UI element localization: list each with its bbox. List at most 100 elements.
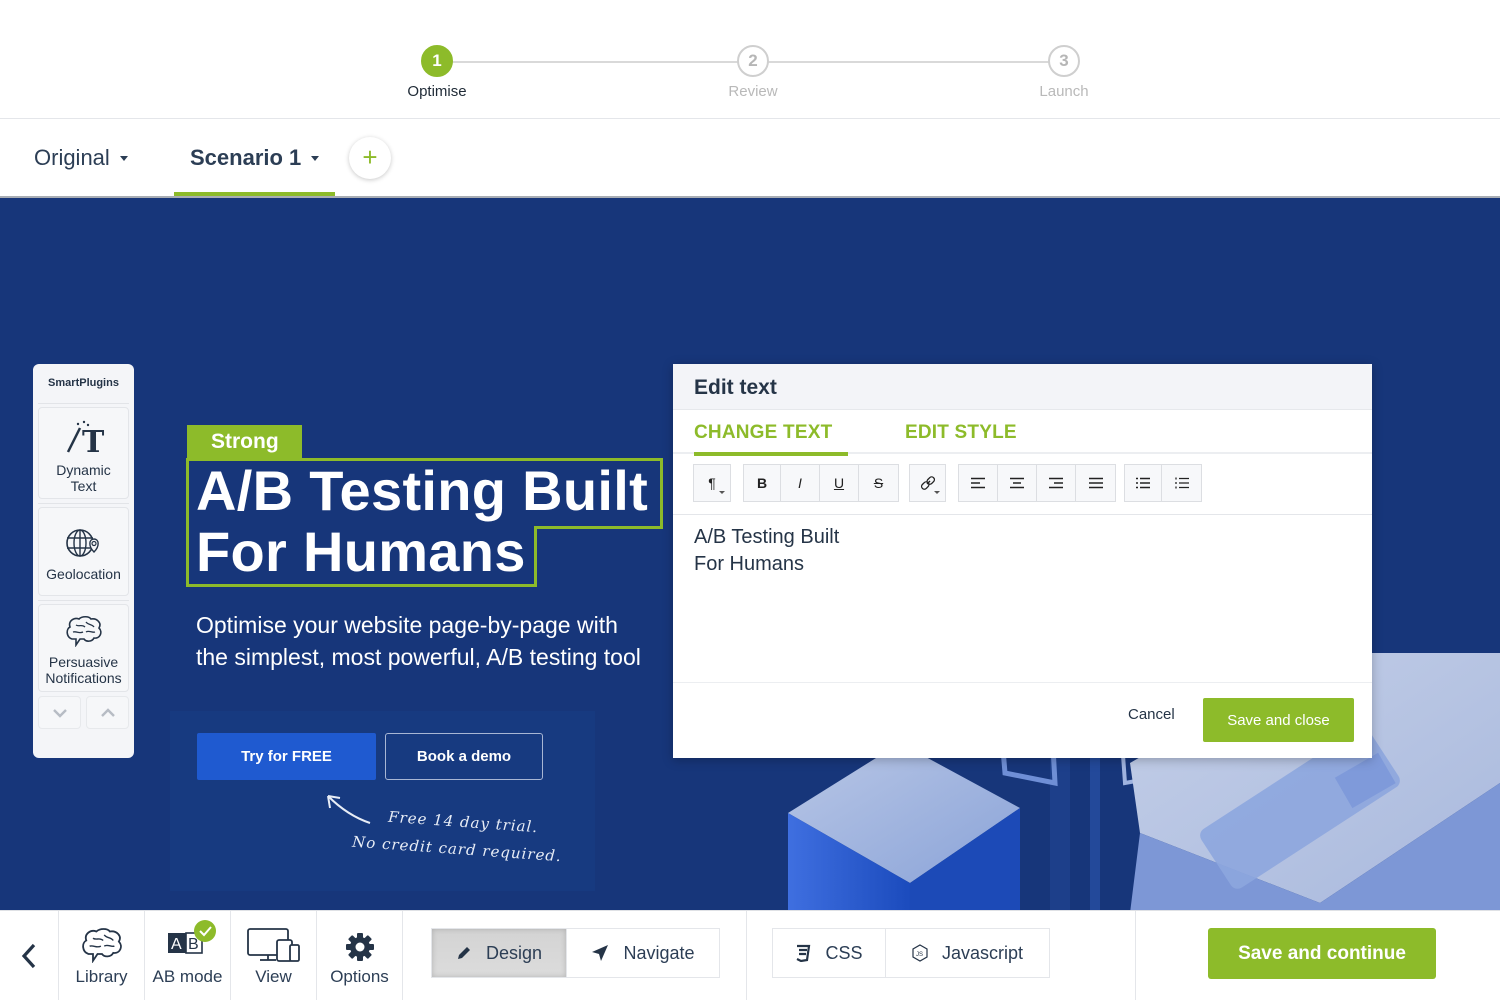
gear-icon: [345, 933, 374, 961]
devices-icon: [246, 928, 300, 962]
save-and-continue-button[interactable]: Save and continue: [1208, 928, 1436, 979]
insert-link-button[interactable]: [910, 465, 945, 501]
dialog-title: Edit text: [673, 364, 1372, 410]
tool-label: Library: [75, 967, 128, 986]
align-center-icon: [1010, 477, 1024, 489]
chevron-up-icon: [100, 707, 115, 717]
plugins-scroll-up-button[interactable]: [86, 696, 129, 729]
step-launch[interactable]: 3 Launch: [994, 45, 1134, 100]
brain-icon: [81, 928, 122, 963]
bold-button[interactable]: B: [744, 465, 781, 501]
add-scenario-button[interactable]: +: [349, 137, 391, 179]
bulleted-list-icon: [1136, 477, 1150, 489]
ab-mode-button[interactable]: A B AB mode: [145, 911, 231, 1000]
plugin-geolocation[interactable]: Geolocation: [38, 507, 129, 596]
hero-headline[interactable]: A/B Testing Built For Humans: [196, 460, 648, 582]
align-center-button[interactable]: [998, 465, 1037, 501]
tool-label: Options: [330, 967, 389, 986]
hero-subtext[interactable]: Optimise your website page-by-page with …: [196, 609, 676, 673]
element-tag-badge: Strong: [187, 425, 302, 459]
align-right-icon: [1049, 477, 1063, 489]
step-optimise[interactable]: 1 Optimise: [367, 45, 507, 100]
ab-mode-icon: A B: [168, 920, 216, 954]
divider: [38, 600, 129, 601]
back-button[interactable]: [0, 911, 59, 1000]
javascript-icon: JS: [912, 944, 928, 962]
italic-button[interactable]: I: [781, 465, 820, 501]
align-left-button[interactable]: [959, 465, 998, 501]
step-review[interactable]: 2 Review: [683, 45, 823, 100]
plugin-label: Dynamic: [56, 462, 111, 478]
bottom-toolbar: Library A B AB mode View Options Design …: [0, 910, 1500, 1000]
tab-edit-style[interactable]: EDIT STYLE: [905, 422, 1017, 444]
handdrawn-arrow-icon: [327, 795, 371, 824]
svg-text:A: A: [171, 936, 182, 953]
library-button[interactable]: Library: [59, 911, 145, 1000]
tab-change-text[interactable]: CHANGE TEXT: [694, 422, 849, 456]
chevron-left-icon: [21, 943, 36, 969]
mode-switch: Design Navigate: [431, 928, 720, 978]
try-for-free-button[interactable]: Try for FREE: [197, 733, 376, 780]
save-and-close-button[interactable]: Save and close: [1203, 698, 1354, 742]
align-justify-icon: [1088, 477, 1103, 489]
text-editor-area[interactable]: A/B Testing Built For Humans: [673, 515, 1372, 683]
css-icon: [796, 944, 811, 962]
navigate-arrow-icon: [592, 945, 609, 961]
code-label: CSS: [825, 942, 863, 963]
code-label: Javascript: [941, 942, 1024, 963]
geolocation-icon: [65, 529, 99, 557]
align-justify-button[interactable]: [1076, 465, 1115, 501]
edit-text-dialog: Edit text CHANGE TEXT EDIT STYLE ¶ B I U…: [673, 364, 1372, 758]
smartplugins-panel: SmartPlugins T Dynamic Text Geolocation: [33, 364, 134, 758]
subtext-line: Optimise your website page-by-page with: [196, 612, 618, 638]
plugin-dynamic-text[interactable]: T Dynamic Text: [38, 407, 129, 499]
svg-text:JS: JS: [916, 952, 923, 958]
progress-stepper: 1 Optimise 2 Review 3 Launch: [0, 0, 1500, 119]
mode-label: Navigate: [623, 942, 695, 963]
cancel-button[interactable]: Cancel: [1128, 706, 1175, 723]
tab-scenario-1[interactable]: Scenario 1: [173, 119, 336, 196]
link-icon: [920, 476, 935, 490]
bulleted-list-button[interactable]: [1125, 465, 1162, 501]
step-label: Launch: [1039, 83, 1089, 100]
plugins-scroll-down-button[interactable]: [38, 696, 81, 729]
strikethrough-button[interactable]: S: [859, 465, 898, 501]
step-number: 3: [1048, 45, 1080, 77]
caret-down-icon: [119, 156, 128, 161]
strikethrough-icon: S: [873, 475, 884, 491]
svg-text:T: T: [82, 425, 105, 456]
step-number: 1: [421, 45, 453, 77]
code-editors: CSS JS Javascript: [772, 928, 1050, 978]
mode-label: Design: [485, 942, 543, 963]
underline-button[interactable]: U: [820, 465, 859, 501]
tool-label: View: [255, 967, 292, 986]
chevron-down-icon: [52, 708, 67, 718]
tool-label: AB mode: [152, 967, 223, 986]
caret-down-icon: [934, 491, 940, 494]
pencil-icon: [457, 947, 470, 959]
plugin-label: Geolocation: [46, 566, 121, 582]
dynamic-text-icon: T: [66, 420, 105, 456]
text-format-toolbar: ¶ B I U S: [673, 454, 1372, 515]
align-left-icon: [971, 477, 985, 489]
css-editor-button[interactable]: CSS: [773, 929, 886, 977]
options-button[interactable]: Options: [317, 911, 403, 1000]
book-demo-button[interactable]: Book a demo: [385, 733, 543, 780]
editor-line: A/B Testing Built: [694, 526, 840, 548]
paragraph-icon: ¶: [708, 475, 716, 491]
plugin-label: Persuasive: [48, 654, 119, 670]
view-button[interactable]: View: [231, 911, 317, 1000]
bold-icon: B: [756, 475, 768, 491]
dialog-footer: Cancel Save and close: [673, 683, 1372, 757]
plugin-label: Notifications: [45, 670, 122, 686]
paragraph-format-button[interactable]: ¶: [694, 465, 730, 501]
javascript-editor-button[interactable]: JS Javascript: [886, 929, 1049, 977]
numbered-list-button[interactable]: [1162, 465, 1201, 501]
navigate-mode-button[interactable]: Navigate: [567, 929, 719, 977]
align-right-button[interactable]: [1037, 465, 1076, 501]
tab-original[interactable]: Original: [34, 119, 128, 196]
italic-icon: I: [798, 475, 802, 491]
brain-icon: [65, 615, 102, 647]
design-mode-button[interactable]: Design: [432, 929, 567, 977]
plugin-persuasive-notifications[interactable]: Persuasive Notifications: [38, 604, 129, 692]
